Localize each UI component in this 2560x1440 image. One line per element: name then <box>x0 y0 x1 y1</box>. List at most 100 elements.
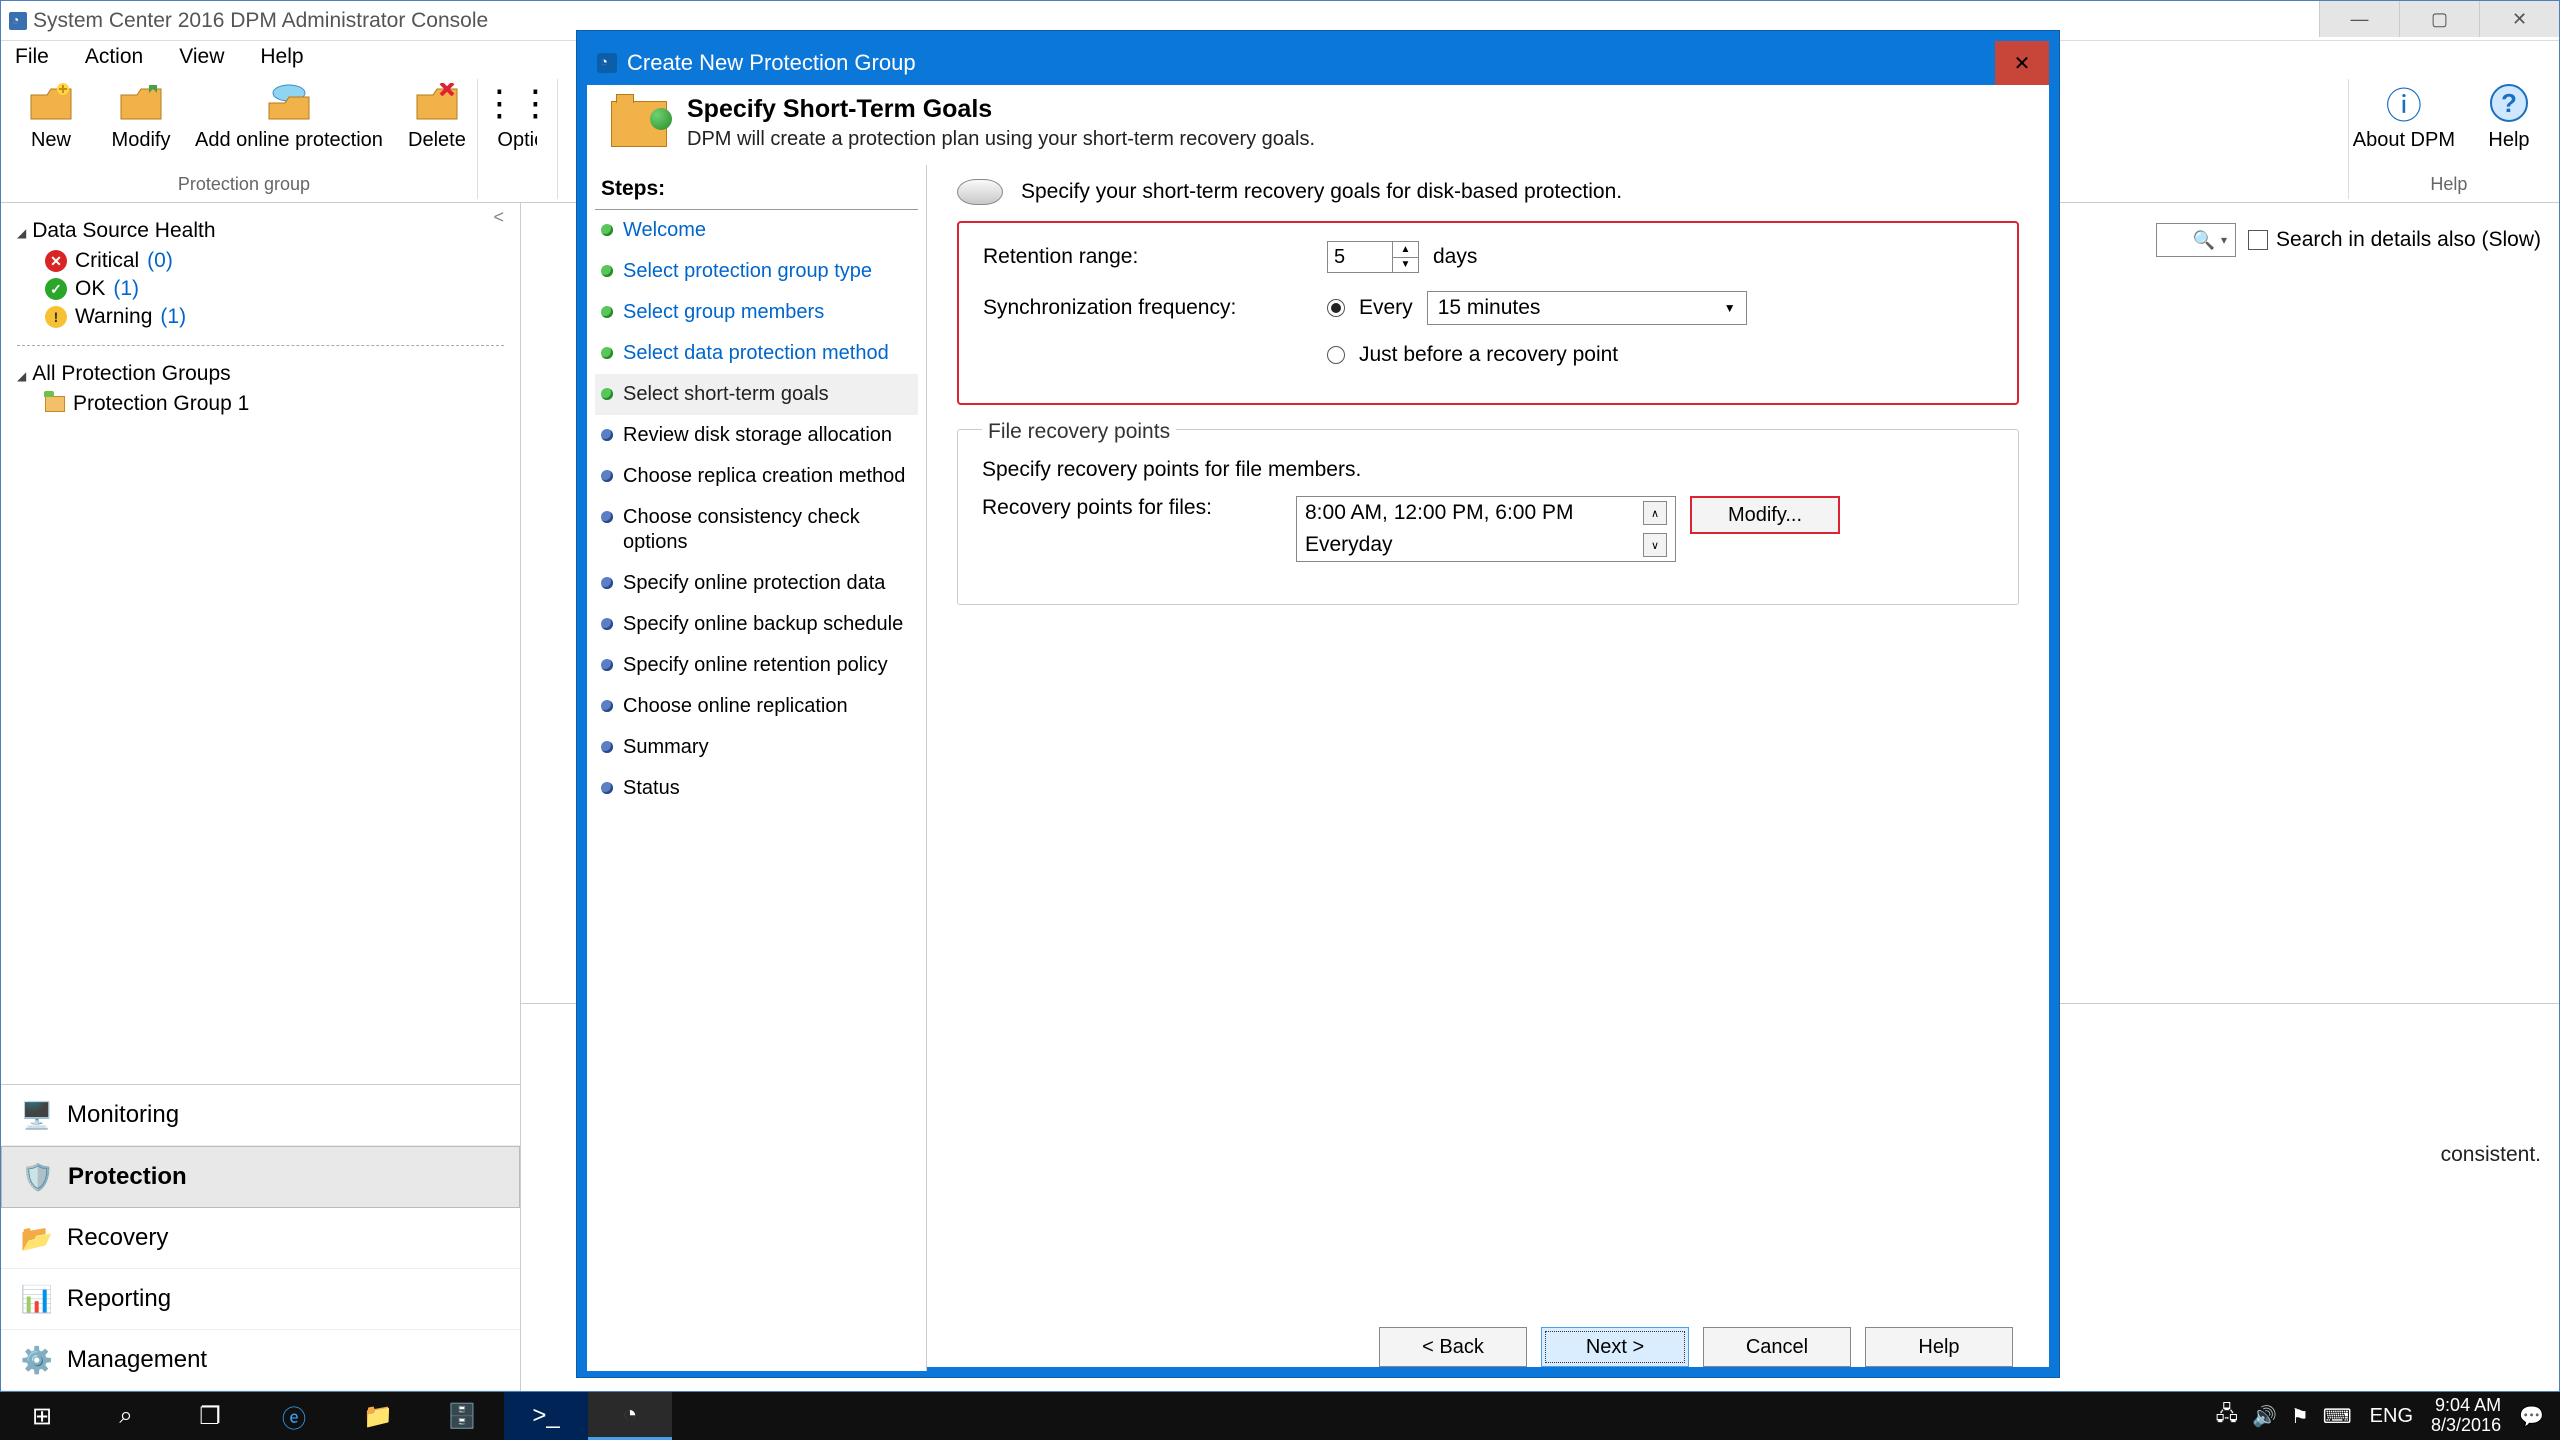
minimize-button[interactable]: — <box>2319 1 2399 37</box>
taskbar-explorer[interactable]: 📁 <box>336 1392 420 1440</box>
search-dropdown-icon[interactable]: ▾ <box>2221 233 2227 247</box>
dialog-close-button[interactable]: ✕ <box>1995 41 2049 85</box>
dialog-header-title: Specify Short-Term Goals <box>687 95 1315 124</box>
tray-volume-icon[interactable]: 🔊 <box>2252 1404 2277 1429</box>
frp-instruction: Specify recovery points for file members… <box>982 458 1994 482</box>
tree-data-source-health[interactable]: Data Source Health <box>17 219 504 243</box>
tray-lang[interactable]: ENG <box>2370 1405 2413 1428</box>
window-title: System Center 2016 DPM Administrator Con… <box>33 9 488 33</box>
sync-just-before-label: Just before a recovery point <box>1359 343 1618 367</box>
tray-notifications-icon[interactable]: 💬 <box>2519 1404 2544 1429</box>
tray-network-icon[interactable]: 🖧 <box>2216 1399 2238 1433</box>
retention-label: Retention range: <box>983 245 1313 269</box>
step-bullet-icon <box>601 741 613 753</box>
nav-management[interactable]: ⚙️ Management <box>1 1330 520 1391</box>
nav-protection[interactable]: 🛡️ Protection <box>1 1146 520 1208</box>
sync-every-radio[interactable] <box>1327 299 1345 317</box>
step-3[interactable]: Select data protection method <box>595 333 918 374</box>
monitoring-icon: 🖥️ <box>21 1099 53 1131</box>
step-bullet-icon <box>601 782 613 794</box>
tree-all-protection-groups[interactable]: All Protection Groups <box>17 362 504 386</box>
cancel-button[interactable]: Cancel <box>1703 1327 1851 1367</box>
nav-monitoring[interactable]: 🖥️ Monitoring <box>1 1085 520 1146</box>
nav-reporting[interactable]: 📊 Reporting <box>1 1269 520 1330</box>
ok-icon: ✓ <box>45 278 67 300</box>
modify-button[interactable]: Modify... <box>1690 496 1840 534</box>
help-button[interactable]: Help <box>1865 1327 2013 1367</box>
step-bullet-icon <box>601 429 613 441</box>
search-details-checkbox[interactable]: Search in details also (Slow) <box>2248 228 2541 252</box>
toolbar-help[interactable]: ? Help <box>2473 79 2545 152</box>
sync-interval-select[interactable]: 15 minutes ▼ <box>1427 291 1747 325</box>
toolbar-modify[interactable]: Modify <box>105 79 177 152</box>
health-ok[interactable]: ✓ OK (1) <box>45 277 504 301</box>
health-warning[interactable]: ! Warning (1) <box>45 305 504 329</box>
toolbar-group-help-label: Help <box>2430 174 2467 195</box>
toolbar-delete[interactable]: Delete <box>401 79 473 152</box>
retention-input[interactable] <box>1328 242 1392 272</box>
form-instruction: Specify your short-term recovery goals f… <box>1021 180 1622 204</box>
chevron-down-icon: ▼ <box>1724 301 1736 315</box>
back-button[interactable]: < Back <box>1379 1327 1527 1367</box>
step-bullet-icon <box>601 347 613 359</box>
rp-up-button[interactable]: ∧ <box>1643 501 1667 525</box>
new-folder-icon <box>27 79 75 127</box>
tray-clock[interactable]: 9:04 AM 8/3/2016 <box>2431 1396 2501 1436</box>
rp-down-button[interactable]: ∨ <box>1643 533 1667 557</box>
retention-spinner[interactable]: ▲▼ <box>1327 241 1419 273</box>
start-button[interactable]: ⊞ <box>0 1392 84 1440</box>
maximize-button[interactable]: ▢ <box>2399 1 2479 37</box>
menu-action[interactable]: Action <box>79 41 149 73</box>
protection-group-icon <box>45 396 65 412</box>
tray-security-icon[interactable]: ⚑ <box>2291 1404 2309 1429</box>
task-view-button[interactable]: ❐ <box>168 1392 252 1440</box>
step-7: Choose consistency check options <box>595 497 918 563</box>
disk-icon <box>957 179 1003 205</box>
options-icon: ⋮⋮ <box>493 79 541 127</box>
retention-unit: days <box>1433 245 1477 269</box>
spin-down-icon[interactable]: ▼ <box>1393 258 1418 273</box>
sync-just-before-radio[interactable] <box>1327 346 1345 364</box>
protection-group-1[interactable]: Protection Group 1 <box>45 392 504 416</box>
left-nav: < Data Source Health ✕ Critical (0) ✓ OK… <box>1 203 521 1391</box>
taskbar-dpm[interactable]: ◔ <box>588 1392 672 1440</box>
spin-up-icon[interactable]: ▲ <box>1393 242 1418 258</box>
delete-folder-icon <box>413 79 461 127</box>
toolbar-new[interactable]: New <box>15 79 87 152</box>
nav-recovery[interactable]: 📂 Recovery <box>1 1208 520 1269</box>
step-0[interactable]: Welcome <box>595 210 918 251</box>
health-critical[interactable]: ✕ Critical (0) <box>45 249 504 273</box>
reporting-icon: 📊 <box>21 1283 53 1315</box>
next-button[interactable]: Next > <box>1541 1327 1689 1367</box>
taskbar-search[interactable]: ⌕ <box>84 1392 168 1440</box>
taskbar-powershell[interactable]: >_ <box>504 1392 588 1440</box>
checkbox-icon <box>2248 230 2268 250</box>
recovery-points-display: 8:00 AM, 12:00 PM, 6:00 PM ∧ Everyday ∨ <box>1296 496 1676 562</box>
step-9: Specify online backup schedule <box>595 604 918 645</box>
toolbar-add-online[interactable]: Add online protection <box>195 79 383 152</box>
add-online-icon <box>265 79 313 127</box>
taskbar-ie[interactable]: ⓔ <box>252 1392 336 1440</box>
menu-file[interactable]: File <box>9 41 55 73</box>
toolbar-about[interactable]: ⓘ About DPM <box>2353 79 2455 152</box>
tray-keyboard-icon[interactable]: ⌨ <box>2323 1404 2352 1429</box>
step-8: Specify online protection data <box>595 563 918 604</box>
step-bullet-icon <box>601 388 613 400</box>
taskbar-server-manager[interactable]: 🗄️ <box>420 1392 504 1440</box>
step-1[interactable]: Select protection group type <box>595 251 918 292</box>
toolbar-options[interactable]: ⋮⋮ Options <box>481 79 553 152</box>
warning-icon: ! <box>45 306 67 328</box>
menu-help[interactable]: Help <box>254 41 309 73</box>
svg-text:?: ? <box>2501 88 2517 118</box>
info-icon: ⓘ <box>2380 79 2428 127</box>
window-controls: — ▢ ✕ <box>2319 1 2559 37</box>
dialog-header: Specify Short-Term Goals DPM will create… <box>587 85 2049 165</box>
help-icon: ? <box>2485 79 2533 127</box>
step-13: Status <box>595 768 918 809</box>
search-input[interactable]: 🔍 ▾ <box>2156 223 2236 257</box>
step-2[interactable]: Select group members <box>595 292 918 333</box>
close-button[interactable]: ✕ <box>2479 1 2559 37</box>
collapse-nav-icon[interactable]: < <box>493 207 504 228</box>
critical-icon: ✕ <box>45 250 67 272</box>
menu-view[interactable]: View <box>173 41 230 73</box>
